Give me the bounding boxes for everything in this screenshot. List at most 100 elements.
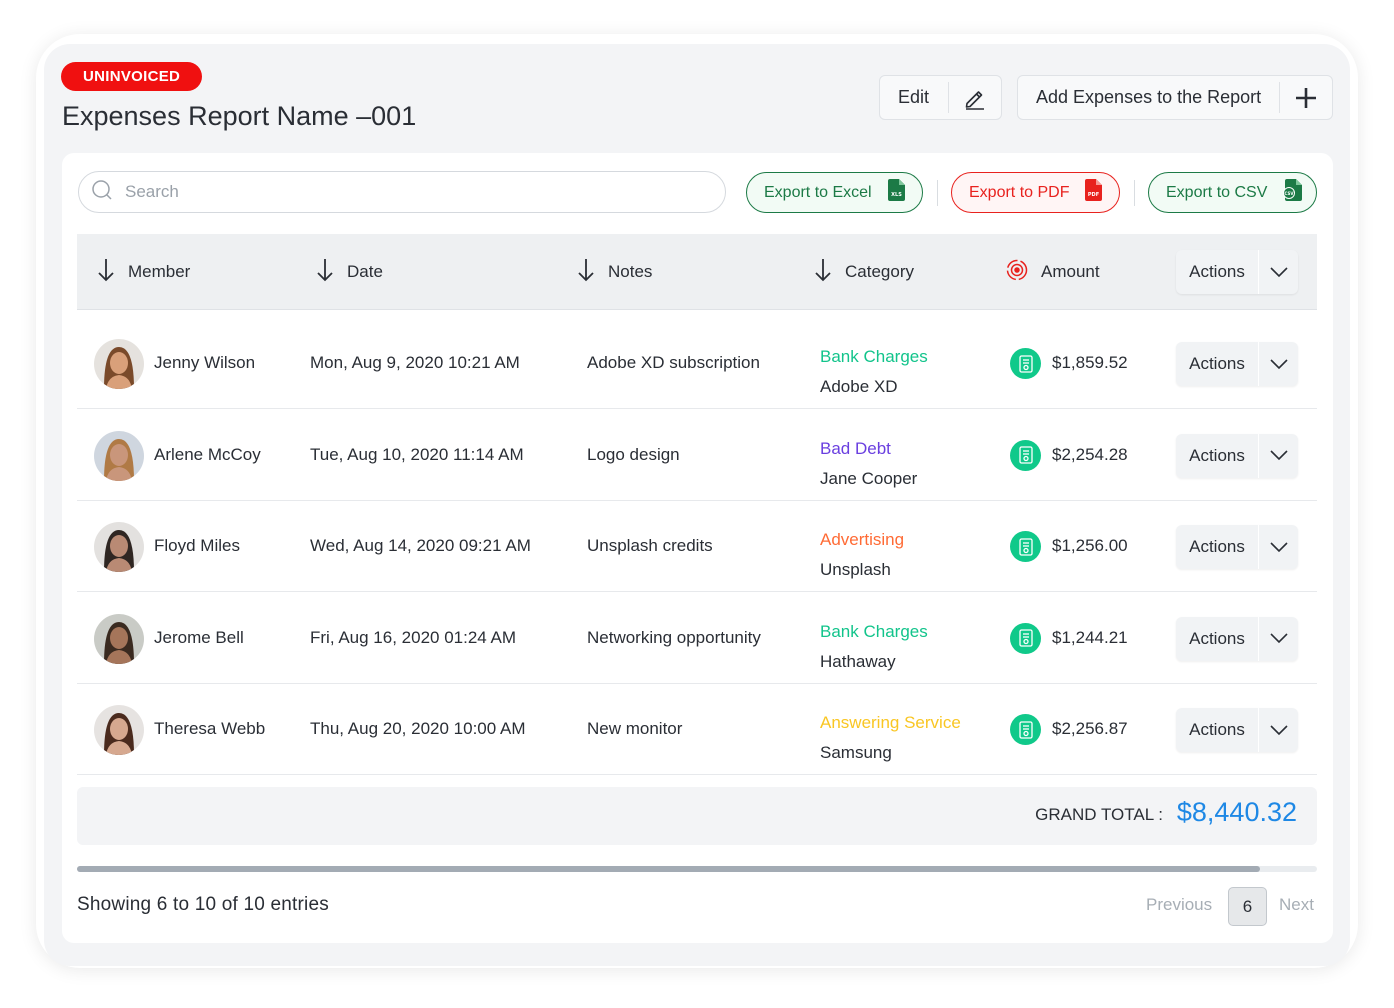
- chevron-down-icon: [1259, 633, 1298, 644]
- column-amount-label: Amount: [1041, 262, 1100, 281]
- current-page-button[interactable]: 6: [1228, 887, 1267, 926]
- arrow-down-icon: [97, 258, 115, 287]
- previous-page-button[interactable]: Previous: [1146, 895, 1212, 915]
- export-pdf-button[interactable]: Export to PDF PDF: [951, 172, 1120, 213]
- grand-total-label: GRAND TOTAL :: [1035, 805, 1163, 824]
- chevron-down-icon: [1259, 541, 1298, 553]
- export-excel-button[interactable]: Export to Excel XLS: [746, 172, 923, 213]
- expense-amount: $1,244.21: [1052, 627, 1128, 647]
- avatar: [94, 705, 144, 755]
- vendor-name: Unsplash: [820, 560, 891, 579]
- column-member[interactable]: Member: [97, 234, 190, 310]
- expense-amount: $2,254.28: [1052, 444, 1128, 464]
- category-name: Bank Charges: [820, 621, 928, 641]
- row-actions-dropdown[interactable]: Actions: [1176, 342, 1298, 386]
- category-cell: Bank Charges Adobe XD: [820, 342, 928, 402]
- arrow-down-icon: [814, 258, 832, 287]
- table-row: Floyd Miles Wed, Aug 14, 2020 09:21 AM Uns…: [77, 501, 1317, 592]
- column-date-label: Date: [347, 262, 383, 281]
- receipt-icon: [1010, 531, 1041, 562]
- xls-file-icon: XLS: [887, 179, 905, 206]
- avatar: [94, 522, 144, 572]
- svg-text:PDF: PDF: [1088, 192, 1099, 198]
- add-expenses-button-label: Add Expenses to the Report: [1036, 87, 1262, 107]
- avatar: [94, 339, 144, 389]
- export-csv-button[interactable]: Export to CSV CSV: [1148, 172, 1317, 213]
- column-amount[interactable]: Amount: [1006, 234, 1100, 310]
- export-pdf-label: Export to PDF: [969, 183, 1070, 201]
- category-cell: Advertising Unsplash: [820, 525, 904, 585]
- search-field[interactable]: [78, 171, 726, 213]
- svg-text:XLS: XLS: [891, 192, 902, 198]
- status-badge: UNINVOICED: [61, 62, 203, 91]
- expense-amount: $2,256.87: [1052, 719, 1128, 738]
- category-cell: Bank Charges Hathaway: [820, 617, 928, 677]
- row-actions-label: Actions: [1189, 628, 1245, 648]
- row-actions-label: Actions: [1189, 537, 1245, 556]
- avatar: [94, 430, 144, 481]
- search-icon: [91, 179, 113, 206]
- member-name: Floyd Miles: [154, 536, 240, 555]
- table-row: Jerome Bell Fri, Aug 16, 2020 01:24 AM Net…: [77, 593, 1317, 684]
- category-cell: Bad Debt Jane Cooper: [820, 434, 917, 494]
- member-name: Theresa Webb: [154, 719, 266, 738]
- edit-button[interactable]: Edit: [879, 75, 1002, 120]
- column-notes[interactable]: Notes: [577, 234, 652, 310]
- chevron-down-icon: [1259, 266, 1298, 278]
- horizontal-scrollbar[interactable]: [77, 866, 1317, 872]
- row-actions-label: Actions: [1189, 354, 1245, 373]
- search-input[interactable]: [125, 182, 685, 202]
- column-notes-label: Notes: [608, 262, 653, 281]
- category-name: Bank Charges: [820, 347, 928, 366]
- pencil-icon: [949, 86, 1001, 110]
- grand-total-bar: GRAND TOTAL : $8,440.32: [77, 787, 1317, 845]
- column-category-label: Category: [845, 262, 914, 281]
- edit-button-label: Edit: [898, 87, 930, 107]
- column-member-label: Member: [128, 262, 191, 281]
- receipt-icon: [1010, 714, 1041, 745]
- row-actions-dropdown[interactable]: Actions: [1176, 525, 1298, 569]
- row-actions-label: Actions: [1189, 445, 1245, 465]
- column-date[interactable]: Date: [316, 234, 383, 310]
- table-header: Member Date Notes Category Amount Action…: [77, 234, 1317, 310]
- expense-date: Thu, Aug 20, 2020 10:00 AM: [310, 719, 526, 738]
- receipt-icon: [1010, 622, 1041, 654]
- export-csv-label: Export to CSV: [1166, 183, 1268, 201]
- header-actions-label: Actions: [1189, 262, 1245, 281]
- arrow-down-icon: [577, 258, 595, 287]
- add-expenses-button[interactable]: Add Expenses to the Report: [1017, 75, 1333, 120]
- chevron-down-icon: [1259, 450, 1298, 461]
- column-category[interactable]: Category: [814, 234, 914, 310]
- csv-file-icon: CSV: [1283, 179, 1303, 206]
- expense-notes: Networking opportunity: [587, 627, 761, 647]
- expense-amount: $1,859.52: [1052, 353, 1128, 372]
- table-row: Jenny Wilson Mon, Aug 9, 2020 10:21 AM Ado…: [77, 318, 1317, 409]
- row-actions-dropdown[interactable]: Actions: [1176, 616, 1298, 661]
- table-row: Arlene McCoy Tue, Aug 10, 2020 11:14 AM Lo…: [77, 410, 1317, 501]
- expense-date: Fri, Aug 16, 2020 01:24 AM: [310, 627, 517, 647]
- member-name: Jerome Bell: [154, 627, 244, 647]
- grand-total-value: $8,440.32: [1176, 797, 1297, 827]
- scrollbar-thumb[interactable]: [77, 866, 1260, 872]
- expense-notes: Adobe XD subscription: [587, 353, 760, 372]
- next-page-button[interactable]: Next: [1279, 895, 1314, 915]
- receipt-icon: [1010, 348, 1041, 379]
- category-cell: Answering Service Samsung: [820, 708, 961, 768]
- target-coin-icon: [1006, 259, 1028, 286]
- expense-amount: $1,256.00: [1052, 536, 1128, 555]
- vendor-name: Adobe XD: [820, 377, 898, 396]
- expense-date: Wed, Aug 14, 2020 09:21 AM: [310, 536, 531, 555]
- vendor-name: Hathaway: [820, 651, 896, 671]
- expense-notes: Logo design: [587, 444, 680, 464]
- category-name: Bad Debt: [820, 438, 891, 458]
- row-actions-dropdown[interactable]: Actions: [1176, 433, 1298, 478]
- pdf-file-icon: PDF: [1085, 179, 1103, 206]
- category-name: Answering Service: [820, 713, 961, 732]
- svg-text:CSV: CSV: [1285, 191, 1295, 196]
- row-actions-dropdown[interactable]: Actions: [1176, 708, 1298, 752]
- header-actions-dropdown[interactable]: Actions: [1176, 250, 1298, 294]
- expense-date: Mon, Aug 9, 2020 10:21 AM: [310, 353, 520, 372]
- export-excel-label: Export to Excel: [764, 183, 872, 201]
- chevron-down-icon: [1259, 358, 1298, 370]
- member-name: Jenny Wilson: [154, 353, 256, 372]
